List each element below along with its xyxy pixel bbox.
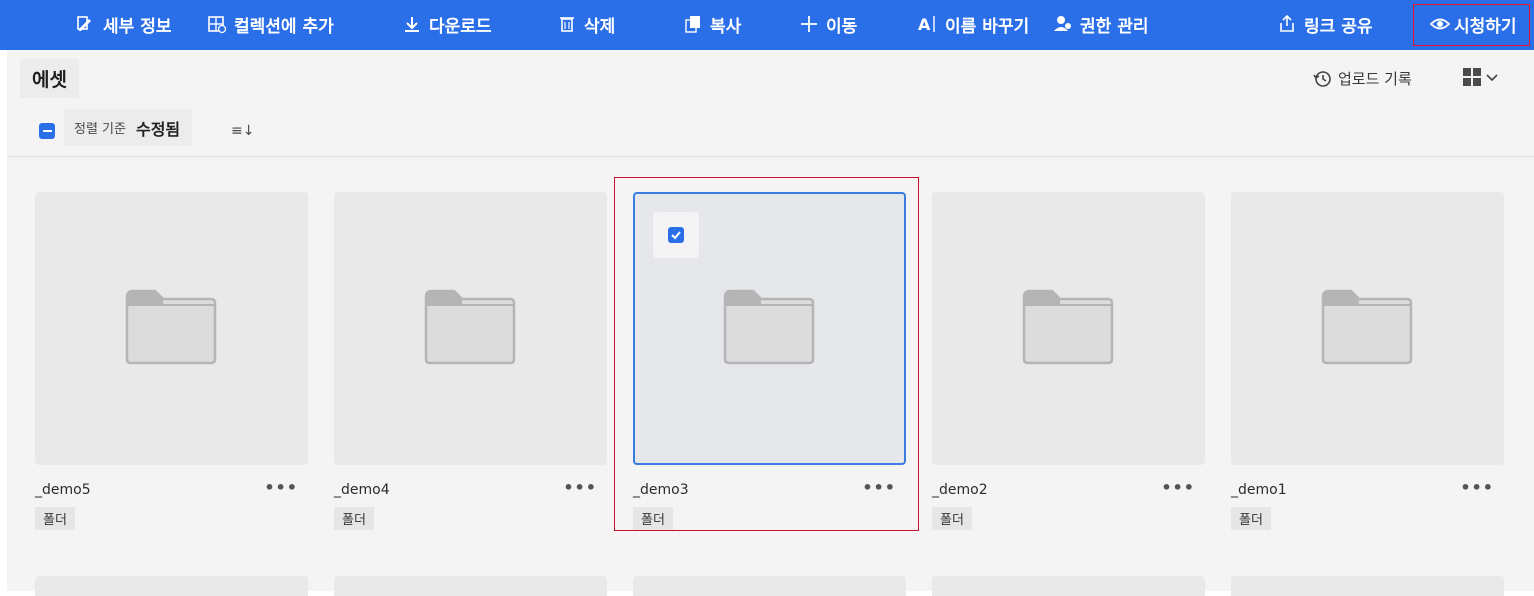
action-bar: 세부 정보 컬렉션에 추가 다운로드 삭제 복사 이동 A 이름 바꾸기 권한 … [0, 0, 1534, 50]
card-type-badge: 폴더 [932, 507, 972, 530]
download-button[interactable]: 다운로드 [402, 0, 492, 48]
collection-add-icon [207, 14, 227, 34]
rename-icon: A [918, 14, 938, 34]
card-thumbnail[interactable] [35, 192, 308, 465]
add-to-collection-label: 컬렉션에 추가 [234, 16, 334, 37]
card-thumbnail[interactable] [932, 192, 1205, 465]
share-icon [1277, 14, 1297, 34]
upload-history-label: 업로드 기록 [1338, 70, 1412, 88]
delete-button[interactable]: 삭제 [557, 0, 615, 48]
delete-label: 삭제 [584, 16, 616, 37]
card-type-badge: 폴더 [35, 507, 75, 530]
details-label: 세부 정보 [103, 16, 172, 37]
svg-text:A: A [918, 15, 931, 34]
more-options-button[interactable]: ••• [1161, 478, 1195, 497]
sort-label: 정렬 기준 [74, 122, 126, 137]
manage-permissions-button[interactable]: 권한 관리 [1053, 0, 1148, 48]
copy-icon [683, 14, 703, 34]
rename-label: 이름 바꾸기 [945, 16, 1030, 37]
move-label: 이동 [826, 16, 858, 37]
copy-button[interactable]: 복사 [683, 0, 741, 48]
card-name: _demo1 [1231, 482, 1287, 498]
card-type-badge: 폴더 [334, 507, 374, 530]
page-title: 에셋 [20, 59, 79, 98]
indeterminate-icon [42, 130, 52, 132]
card-thumbnail[interactable] [932, 576, 1205, 596]
details-button[interactable]: 세부 정보 [76, 0, 171, 48]
move-button[interactable]: 이동 [799, 0, 857, 48]
card-thumbnail[interactable] [633, 576, 906, 596]
chevron-down-icon [1486, 74, 1498, 82]
card-name: _demo4 [334, 482, 390, 498]
move-icon [799, 14, 819, 34]
folder-icon [424, 289, 516, 365]
folder-icon [125, 289, 217, 365]
share-link-label: 링크 공유 [1304, 16, 1373, 37]
download-icon [402, 14, 422, 34]
folder-icon [1321, 289, 1413, 365]
card-name: _demo5 [35, 482, 91, 498]
edit-icon [76, 14, 96, 34]
grid-view-icon [1463, 68, 1481, 86]
copy-label: 복사 [710, 16, 742, 37]
trash-icon [557, 14, 577, 34]
sort-dropdown[interactable]: 정렬 기준 수정됨 [64, 109, 193, 146]
card-thumbnail[interactable] [334, 192, 607, 465]
folder-icon [1022, 289, 1114, 365]
view-button-highlight [1413, 4, 1530, 46]
add-to-collection-button[interactable]: 컬렉션에 추가 [207, 0, 334, 48]
more-options-button[interactable]: ••• [264, 478, 298, 497]
more-options-button[interactable]: ••• [1460, 478, 1494, 497]
selected-card-highlight [614, 177, 919, 531]
download-label: 다운로드 [429, 16, 492, 37]
select-all-checkbox[interactable] [39, 123, 55, 139]
card-type-badge: 폴더 [1231, 507, 1271, 530]
upload-history-button[interactable]: 업로드 기록 [1312, 68, 1412, 89]
users-icon [1053, 14, 1073, 34]
sort-value: 수정됨 [135, 119, 181, 139]
more-options-button[interactable]: ••• [563, 478, 597, 497]
toolbar-divider [7, 156, 1534, 157]
card-name: _demo2 [932, 482, 988, 498]
share-link-button[interactable]: 링크 공유 [1277, 0, 1372, 48]
layout-toggle[interactable] [1463, 68, 1498, 86]
card-thumbnail[interactable] [1231, 192, 1504, 465]
card-thumbnail[interactable] [35, 576, 308, 596]
card-thumbnail[interactable] [334, 576, 607, 596]
sort-direction-icon[interactable]: ≡↓ [231, 123, 254, 139]
card-thumbnail[interactable] [1231, 576, 1504, 596]
rename-button[interactable]: A 이름 바꾸기 [918, 0, 1029, 48]
history-icon [1313, 70, 1331, 87]
permissions-label: 권한 관리 [1080, 16, 1149, 37]
